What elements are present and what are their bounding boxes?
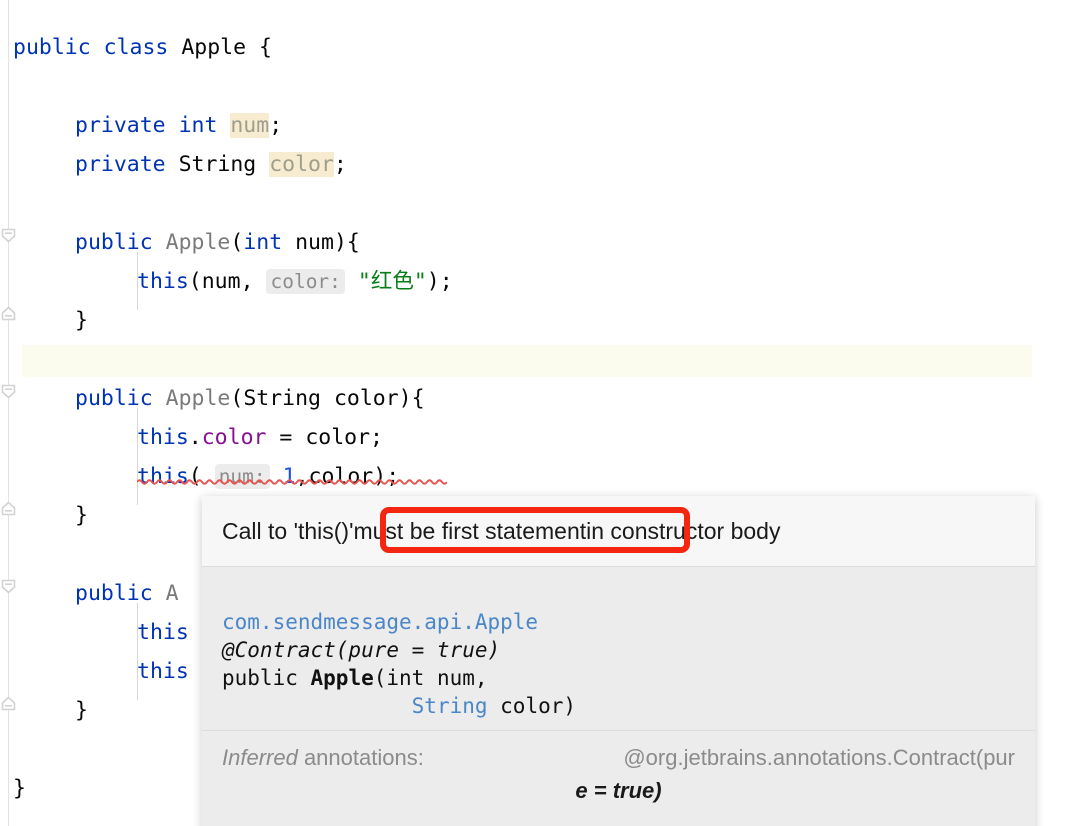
keyword-this: this [137,659,189,684]
code-editor[interactable]: public class Apple { private int num; pr… [0,0,1080,826]
code-line[interactable]: private String color; [75,145,347,184]
keyword-private: private [75,152,166,177]
semicolon: ; [333,152,347,177]
field-num: num [230,113,270,138]
keyword-public: public [75,386,153,411]
keyword-private: private [75,113,166,138]
assignment: = [266,425,306,450]
field-color: color [269,152,334,177]
error-message-header: Call to 'this()' must be first statement… [202,496,1035,567]
brace-open: { [259,35,272,60]
code-line[interactable]: this(num, color: "红色"); [137,262,453,301]
constructor-name-apple: Apple [165,230,231,255]
keyword-this: this [137,425,189,450]
keyword-int: int [178,113,218,138]
quick-documentation-popup[interactable]: Call to 'this()' must be first statement… [202,496,1035,826]
comma: , [240,269,267,294]
keyword-int: int [243,230,283,255]
comma: , [295,464,309,489]
paren-open: ( [230,230,244,255]
signature-param-type: String [411,694,488,718]
string-literal-red: "红色" [357,269,427,294]
contract-annotation: @Contract(pure = true) [222,638,501,662]
brace-close: } [13,776,26,801]
code-line[interactable]: } [75,301,88,340]
class-name-apple: Apple [181,35,247,60]
paren-close-semicolon: ); [426,269,453,294]
keyword-public: public [75,581,153,606]
param-num: num [295,230,334,255]
code-line[interactable]: } [75,691,88,730]
arg-color: color [308,464,374,489]
keyword-class: class [103,35,169,60]
signature-method-name: Apple [310,666,374,690]
inferred-value-line-2: e = true) [575,778,662,803]
error-squiggle-underline [137,479,447,485]
inferred-label: Inferred annotations: [222,741,424,774]
paren-open: ( [230,386,244,411]
inferred-label-rest: annotations: [297,745,424,770]
error-message-prefix: Call to 'this()' [222,517,354,544]
paren-close-brace: ){ [398,386,425,411]
type-string: String [243,386,321,411]
method-signature-block: com.sendmessage.api.Apple @Contract(pure… [202,567,1035,730]
keyword-this: this [137,620,189,645]
brace-close: } [75,308,88,333]
paren-close-semicolon: ); [373,464,400,489]
module-footer-row[interactable]: CXuan_SendMessageAPI [202,815,1035,826]
code-line[interactable]: public A [75,574,179,613]
error-message-suffix: in constructor body [586,517,781,544]
code-line[interactable]: this [137,652,189,691]
keyword-this: this [137,269,189,294]
code-line[interactable]: } [13,769,26,808]
constructor-name-partial: A [165,581,179,606]
param-color: color [305,425,371,450]
signature-modifier: public [222,666,298,690]
keyword-public: public [75,230,153,255]
param-color: color [333,386,399,411]
brace-close: } [75,698,88,723]
code-line[interactable]: public Apple(int num){ [75,223,360,262]
brace-close: } [75,503,88,528]
popup-body: com.sendmessage.api.Apple @Contract(pure… [202,567,1035,826]
paren-open: ( [188,464,202,489]
code-line[interactable]: public class Apple { [13,28,272,67]
paren-close-brace: ){ [333,230,360,255]
paren-open: ( [188,269,202,294]
semicolon: ; [269,113,283,138]
number-literal-one: 1 [282,464,296,489]
code-line-error[interactable]: this( num: 1,color); [137,457,399,496]
keyword-public: public [13,35,91,60]
code-line[interactable]: private int num; [75,106,282,145]
keyword-this: this [137,464,189,489]
constructor-name-apple: Apple [165,386,231,411]
semicolon: ; [370,425,383,450]
field-access-color: color [201,425,267,450]
arg-num: num [201,269,241,294]
inferred-annotations-block: Inferred annotations: @org.jetbrains.ann… [202,731,1035,815]
fully-qualified-name[interactable]: com.sendmessage.api.Apple [222,610,538,634]
inlay-hint-num[interactable]: num: [214,464,270,489]
signature-params-first: (int num, [373,666,488,690]
dot: . [188,425,202,450]
inferred-label-italic: Inferred [222,745,298,770]
code-line[interactable]: public Apple(String color){ [75,379,425,418]
signature-param-name: color) [487,694,577,718]
code-line[interactable]: this.color = color; [137,418,383,457]
inferred-value-line-1: @org.jetbrains.annotations.Contract(pur [623,745,1015,770]
type-string: String [178,152,257,177]
code-line[interactable]: } [75,496,88,535]
inlay-hint-color[interactable]: color: [266,269,345,294]
code-line[interactable]: this [137,613,189,652]
error-message-highlighted: must be first statement [353,517,587,544]
